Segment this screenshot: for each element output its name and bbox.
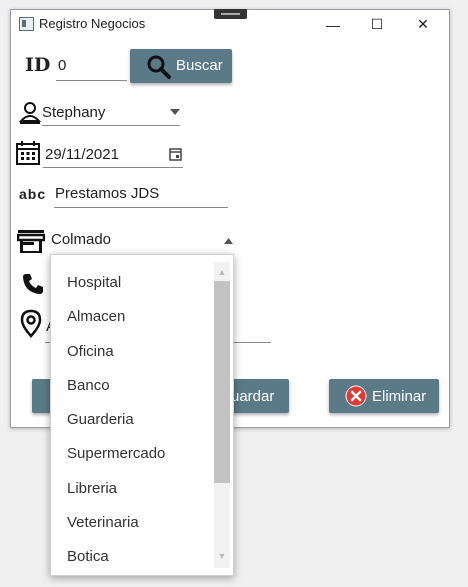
- dropdown-item[interactable]: Hospital: [67, 274, 121, 291]
- delete-button[interactable]: Eliminar: [329, 379, 439, 413]
- chevron-down-icon[interactable]: [170, 109, 180, 115]
- user-select[interactable]: Stephany: [42, 104, 105, 121]
- abc-icon: abc: [19, 186, 47, 202]
- id-label: ID: [25, 54, 51, 76]
- delete-button-label: Eliminar: [372, 388, 427, 405]
- title-bar: Registro Negocios — ☐ ✕: [11, 9, 449, 39]
- dropdown-item[interactable]: Oficina: [67, 343, 114, 360]
- search-button[interactable]: Buscar: [130, 49, 232, 83]
- chevron-up-icon[interactable]: [224, 238, 233, 244]
- window-title: Registro Negocios: [39, 16, 146, 31]
- delete-icon: [345, 385, 367, 407]
- scroll-down-arrow-icon[interactable]: ▼: [214, 548, 230, 564]
- dropdown-item[interactable]: Veterinaria: [67, 514, 139, 531]
- search-button-label: Buscar: [176, 57, 223, 74]
- drag-grip[interactable]: [214, 9, 247, 19]
- name-underline: [54, 207, 228, 208]
- search-icon: [147, 55, 171, 79]
- dropdown-item[interactable]: Banco: [67, 377, 110, 394]
- dropdown-item[interactable]: Botica: [67, 548, 109, 565]
- person-icon: [19, 102, 41, 124]
- dropdown-item[interactable]: Almacen: [67, 308, 125, 325]
- business-type-dropdown: Hospital Almacen Oficina Banco Guarderia…: [50, 254, 234, 576]
- business-name-input[interactable]: Prestamos JDS: [55, 185, 159, 202]
- save-button[interactable]: uardar: [227, 379, 289, 413]
- maximize-button[interactable]: ☐: [355, 10, 399, 39]
- new-button[interactable]: [32, 379, 52, 413]
- business-type-select[interactable]: Colmado: [51, 231, 111, 248]
- date-picker-icon[interactable]: [169, 147, 182, 161]
- date-input[interactable]: 29/11/2021: [45, 146, 119, 163]
- location-icon: [20, 309, 42, 338]
- store-icon: [17, 230, 45, 253]
- close-button[interactable]: ✕: [401, 10, 445, 39]
- dropdown-item[interactable]: Supermercado: [67, 445, 165, 462]
- scroll-up-arrow-icon[interactable]: ▲: [214, 264, 230, 280]
- save-button-label: uardar: [231, 388, 275, 405]
- scrollbar-thumb[interactable]: [214, 281, 230, 483]
- id-underline: [56, 80, 127, 81]
- id-input[interactable]: 0: [58, 57, 66, 74]
- phone-icon: [23, 274, 43, 294]
- minimize-button[interactable]: —: [311, 10, 355, 39]
- user-underline: [42, 125, 180, 126]
- dropdown-item[interactable]: Guarderia: [67, 411, 134, 428]
- app-icon: [19, 17, 34, 31]
- calendar-icon: [16, 141, 40, 165]
- dropdown-item[interactable]: Libreria: [67, 480, 117, 497]
- date-underline: [43, 167, 183, 168]
